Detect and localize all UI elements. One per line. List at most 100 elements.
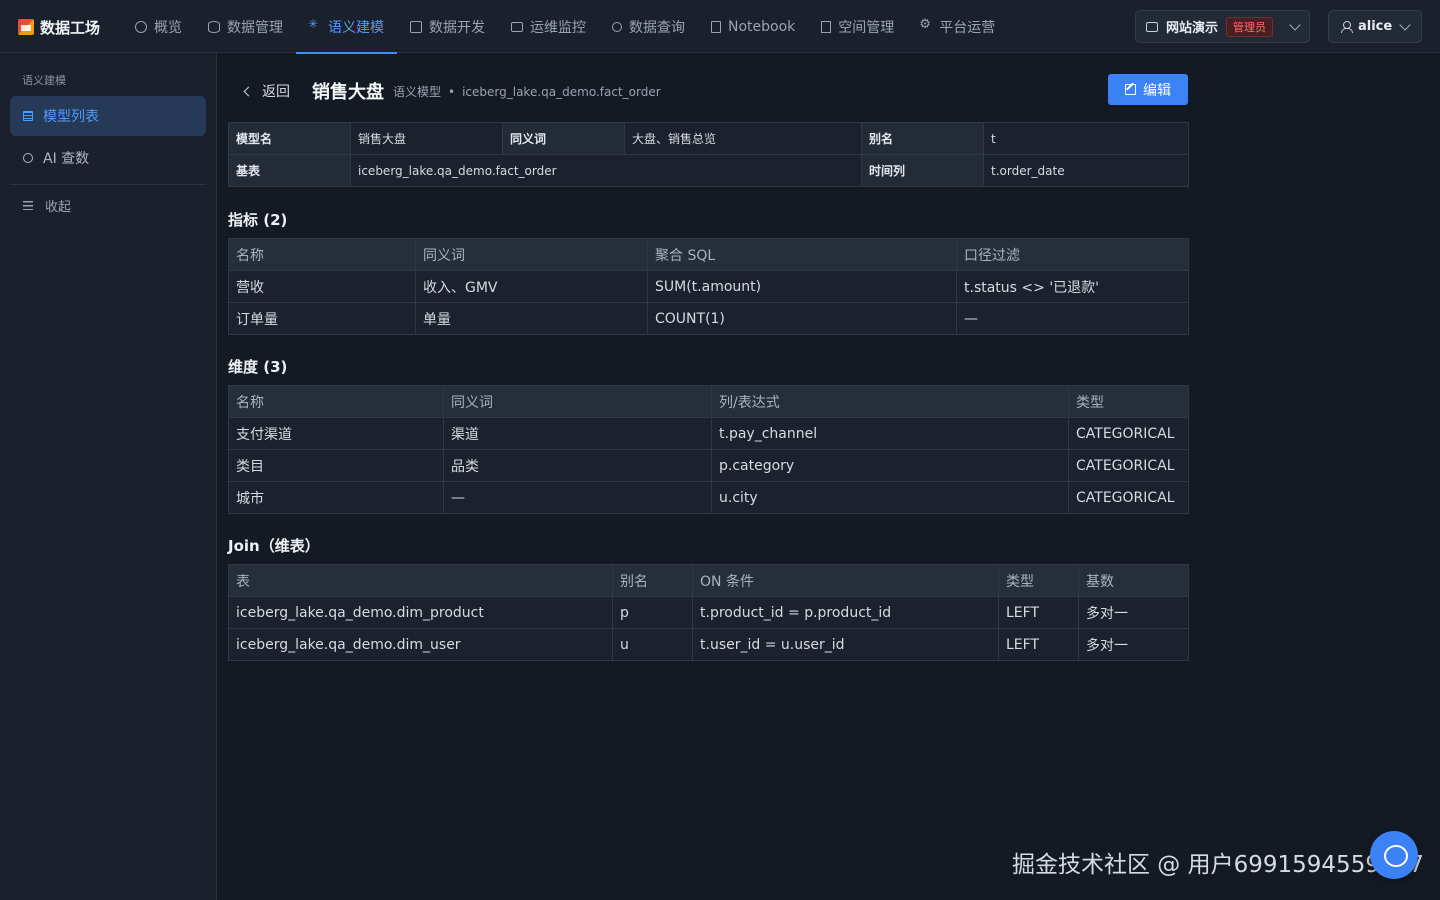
sidebar-divider [10, 184, 206, 185]
base-table-value: iceberg_lake.qa_demo.fact_order [350, 154, 862, 187]
edit-icon [1125, 84, 1136, 95]
base-table-label: 基表 [228, 154, 351, 187]
chevron-left-icon [243, 86, 254, 96]
table-cell: COUNT(1) [647, 302, 957, 335]
sidebar-collapse-button[interactable]: 收起 [23, 196, 71, 215]
table-cell: 多对一 [1078, 596, 1189, 629]
dimensions-section-title: 维度 (3) [228, 358, 288, 376]
user-name: alice [1358, 19, 1393, 34]
code-icon [410, 20, 422, 33]
table-cell: p.category [711, 449, 1069, 482]
notebook-icon [711, 20, 721, 33]
role-badge: 管理员 [1226, 16, 1274, 37]
brand-logo-icon [18, 19, 34, 35]
table-header-row: 表 别名 ON 条件 类型 基数 [228, 564, 1189, 597]
document-icon [23, 111, 33, 121]
dashboard-icon [135, 20, 147, 33]
nav-data-development[interactable]: 数据开发 [397, 0, 498, 53]
nav-data-management[interactable]: 数据管理 [195, 0, 296, 53]
table-cell: t.user_id = u.user_id [692, 628, 999, 661]
alias-label: 别名 [861, 122, 984, 155]
nav-data-query[interactable]: 数据查询 [599, 0, 698, 53]
table-cell: 收入、GMV [415, 270, 648, 303]
table-cell: 品类 [443, 449, 712, 482]
time-column-value: t.order_date [983, 154, 1189, 187]
synonyms-value: 大盘、销售总览 [624, 122, 862, 155]
column-header: 聚合 SQL [647, 238, 957, 271]
table-cell: 营收 [228, 270, 416, 303]
column-header: 类型 [1068, 385, 1189, 418]
table-cell: — [443, 481, 712, 514]
table-row: iceberg_lake.qa_demo.dim_product p t.pro… [228, 596, 1189, 629]
sidebar-title: 语义建模 [22, 74, 66, 87]
table-cell: t.status <> '已退款' [956, 270, 1189, 303]
column-header: 别名 [612, 564, 693, 597]
table-row: 营收 收入、GMV SUM(t.amount) t.status <> '已退款… [228, 270, 1189, 303]
database-icon [208, 20, 220, 33]
user-icon [1341, 21, 1353, 33]
floating-help-button[interactable] [1370, 831, 1418, 879]
metrics-section-title: 指标 (2) [228, 211, 288, 229]
table-cell: 城市 [228, 481, 444, 514]
nav-notebook[interactable]: Notebook [698, 0, 808, 53]
table-cell: LEFT [998, 628, 1079, 661]
edit-button[interactable]: 编辑 [1108, 74, 1188, 105]
column-header: 同义词 [443, 385, 712, 418]
sparkle-icon [308, 17, 321, 33]
search-icon [612, 21, 622, 32]
sidebar: 语义建模 模型列表 AI 查数 收起 [0, 53, 217, 900]
table-cell: u [612, 628, 693, 661]
workspace-name: 网站演示 [1166, 21, 1219, 36]
synonyms-label: 同义词 [502, 122, 625, 155]
table-cell: t.product_id = p.product_id [692, 596, 999, 629]
table-cell: u.city [711, 481, 1069, 514]
sidebar-item-ai-query[interactable]: AI 查数 [10, 138, 206, 178]
chevron-down-icon [1399, 18, 1411, 31]
dimensions-table: 名称 同义词 列/表达式 类型 支付渠道 渠道 t.pay_channel CA… [228, 385, 1189, 514]
back-button[interactable]: 返回 [243, 81, 290, 101]
nav-overview[interactable]: 概览 [122, 0, 195, 53]
column-header: ON 条件 [692, 564, 999, 597]
metrics-table: 名称 同义词 聚合 SQL 口径过滤 营收 收入、GMV SUM(t.amoun… [228, 238, 1189, 335]
joins-section-title: Join（维表） [228, 537, 320, 555]
table-cell: iceberg_lake.qa_demo.dim_user [228, 628, 613, 661]
workspace-selector[interactable]: 网站演示 管理员 [1135, 10, 1310, 43]
table-row: 模型名 销售大盘 同义词 大盘、销售总览 别名 t [228, 122, 1189, 155]
chevron-down-icon [1289, 18, 1301, 31]
table-cell: p [612, 596, 693, 629]
table-cell: CATEGORICAL [1068, 417, 1189, 450]
user-menu[interactable]: alice [1328, 10, 1422, 43]
joins-table: 表 别名 ON 条件 类型 基数 iceberg_lake.qa_demo.di… [228, 564, 1189, 661]
brand-name: 数据工场 [40, 18, 101, 37]
model-info-table: 模型名 销售大盘 同义词 大盘、销售总览 别名 t 基表 iceberg_lak… [228, 122, 1189, 187]
column-header: 名称 [228, 238, 416, 271]
table-cell: t.pay_channel [711, 417, 1069, 450]
model-name-value: 销售大盘 [350, 122, 503, 155]
gear-icon [919, 17, 932, 33]
nav-space-management[interactable]: 空间管理 [808, 0, 907, 53]
table-row: iceberg_lake.qa_demo.dim_user u t.user_i… [228, 628, 1189, 661]
page-subtitle: 语义模型 • iceberg_lake.qa_demo.fact_order [393, 84, 661, 99]
column-header: 名称 [228, 385, 444, 418]
table-row: 类目 品类 p.category CATEGORICAL [228, 449, 1189, 482]
table-cell: iceberg_lake.qa_demo.dim_product [228, 596, 613, 629]
nav-platform-ops[interactable]: 平台运营 [907, 0, 1008, 53]
time-column-label: 时间列 [861, 154, 984, 187]
watermark-text: 掘金技术社区 @ 用户6991594559577 [1012, 852, 1424, 878]
column-header: 口径过滤 [956, 238, 1189, 271]
top-bar: 数据工场 概览 数据管理 语义建模 数据开发 运维监控 数据查询 Noteboo… [0, 0, 1440, 54]
table-header-row: 名称 同义词 列/表达式 类型 [228, 385, 1189, 418]
table-cell: LEFT [998, 596, 1079, 629]
menu-icon [23, 201, 33, 210]
table-row: 支付渠道 渠道 t.pay_channel CATEGORICAL [228, 417, 1189, 450]
table-cell: 单量 [415, 302, 648, 335]
nav-semantic-modeling[interactable]: 语义建模 [296, 0, 397, 54]
table-cell: 类目 [228, 449, 444, 482]
sidebar-item-model-list[interactable]: 模型列表 [10, 96, 206, 136]
building-icon [821, 20, 832, 33]
table-row: 订单量 单量 COUNT(1) — [228, 302, 1189, 335]
brand[interactable]: 数据工场 [18, 16, 100, 38]
column-header: 基数 [1078, 564, 1189, 597]
table-cell: 订单量 [228, 302, 416, 335]
nav-ops-monitoring[interactable]: 运维监控 [498, 0, 599, 53]
